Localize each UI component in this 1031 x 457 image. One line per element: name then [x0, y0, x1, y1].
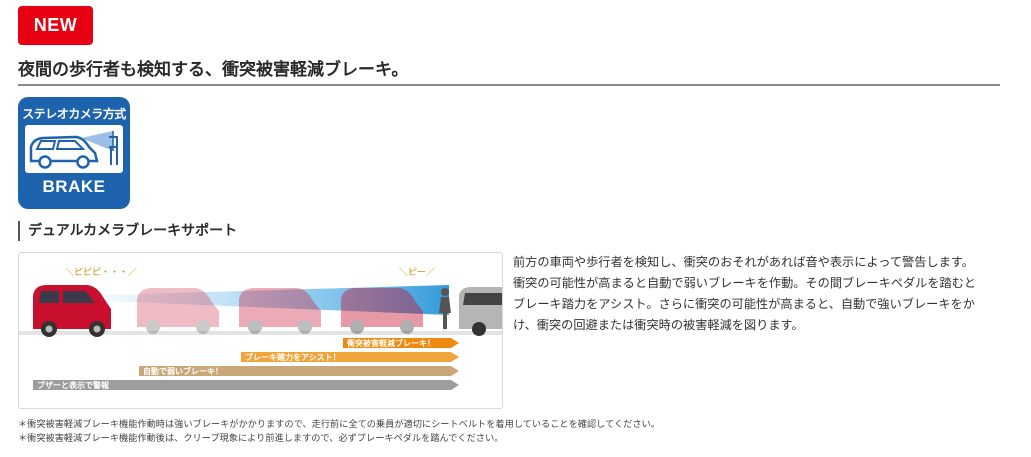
section-title: デュアルカメラブレーキサポート: [18, 221, 237, 241]
stage-bar-3-label: 自動で弱いブレーキ！: [143, 366, 223, 376]
feature-description: 前方の車両や歩行者を検知し、衝突のおそれがあれば音や表示によって警告します。 衝…: [513, 252, 1005, 336]
parked-car: [459, 287, 502, 336]
beep-late-text: ＼ピー／: [399, 267, 435, 278]
description-line: 衝突の可能性が高まると自動で弱いブレーキを作動。その間ブレーキペダルを踏むと: [513, 276, 977, 290]
stage-bar-4-label: ブザーと表示で警報: [37, 380, 110, 390]
car-camera-icon: [29, 131, 118, 169]
stage-bar-1-label: 衝突被害軽減ブレーキ！: [346, 338, 435, 348]
ghost-car-1: [137, 288, 219, 334]
footnote: ＊衝突被害軽減ブレーキ機能作動時は強いブレーキがかかりますので、走行前に全ての乗…: [18, 419, 660, 430]
new-badge: NEW: [18, 6, 93, 45]
ghost-car-3: [341, 288, 423, 334]
description-line: 前方の車両や歩行者を検知し、衝突のおそれがあれば音や表示によって警告します。: [513, 255, 974, 269]
footnote: ＊衝突被害軽減ブレーキ機能作動後は、クリープ現象により前進しますので、必ずブレー…: [18, 433, 504, 444]
stereo-camera-brake-logo: ステレオカメラ方式 BRAKE: [18, 97, 130, 209]
subject-car: [33, 285, 111, 337]
stage-bar-2-label: ブレーキ踏力をアシスト！: [245, 352, 341, 362]
description-line: け、衝突の回避または衝突時の被害軽減を図ります。: [513, 318, 804, 332]
ghost-car-2: [239, 288, 321, 334]
description-line: ブレーキ踏力をアシスト。さらに衝突の可能性が高まると、自動で強いブレーキをか: [513, 297, 975, 311]
brake-support-diagram: ＼ピピピ・・・／ ＼ピー／ 衝突被害軽減ブレーキ！ ブレーキ踏力をアシスト！ 自…: [18, 252, 503, 409]
footnotes: ＊衝突被害軽減ブレーキ機能作動時は強いブレーキがかかりますので、走行前に全ての乗…: [18, 418, 1018, 446]
brake-sequence-illustration: ＼ピピピ・・・／ ＼ピー／ 衝突被害軽減ブレーキ！ ブレーキ踏力をアシスト！ 自…: [19, 267, 502, 390]
page-headline: 夜間の歩行者も検知する、衝突被害軽減ブレーキ。: [18, 60, 1000, 86]
logo-panel: [25, 125, 123, 173]
logo-subtitle: BRAKE: [42, 177, 106, 196]
beep-early-text: ＼ピピピ・・・／: [65, 267, 137, 278]
logo-title: ステレオカメラ方式: [22, 107, 126, 121]
